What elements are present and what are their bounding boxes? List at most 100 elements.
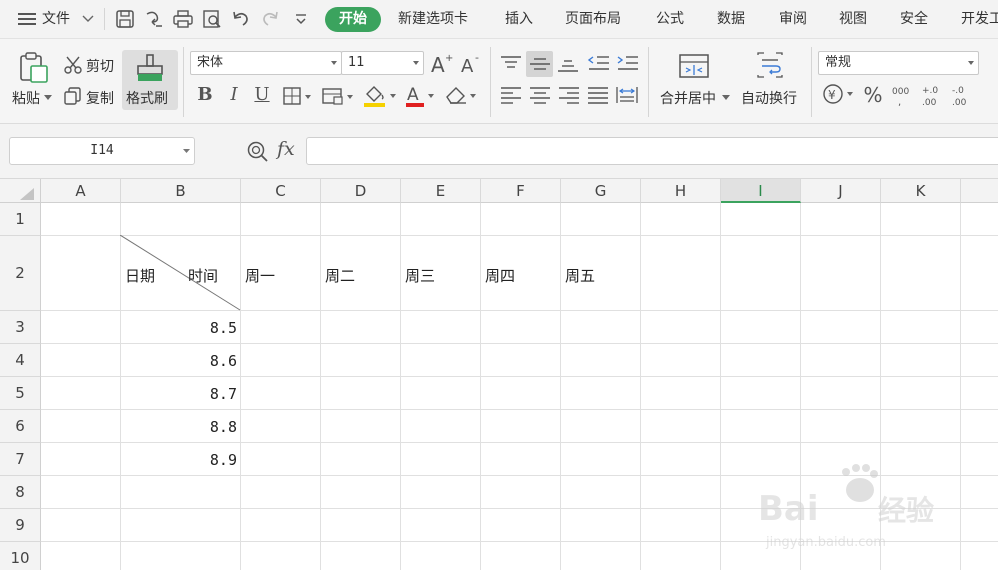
row-header[interactable]: 2: [0, 236, 41, 311]
tab-view[interactable]: 视图: [839, 8, 867, 30]
column-header-partial[interactable]: [961, 179, 998, 203]
row-header[interactable]: 9: [0, 509, 41, 542]
cell-c2[interactable]: 周一: [245, 265, 275, 286]
tab-new[interactable]: 新建选项卡: [398, 8, 468, 30]
tab-review[interactable]: 审阅: [779, 8, 807, 30]
zoom-icon[interactable]: [246, 140, 270, 164]
chevron-down-icon[interactable]: [82, 15, 94, 23]
row-header[interactable]: 4: [0, 344, 41, 377]
print-icon[interactable]: [172, 8, 194, 30]
tab-developer[interactable]: 开发工: [961, 8, 998, 30]
scissors-icon[interactable]: [63, 55, 83, 75]
thousands-separator-icon[interactable]: 000 ,: [890, 83, 914, 107]
align-left-icon[interactable]: [498, 84, 524, 106]
column-header[interactable]: B: [121, 179, 241, 203]
column-header[interactable]: C: [241, 179, 321, 203]
font-name-select[interactable]: 宋体: [190, 51, 342, 75]
copy-icon[interactable]: [63, 86, 83, 106]
row-header[interactable]: 6: [0, 410, 41, 443]
underline-button[interactable]: U: [252, 84, 272, 105]
distribute-icon[interactable]: [614, 84, 640, 106]
tab-formulas[interactable]: 公式: [656, 8, 684, 30]
row-header[interactable]: 7: [0, 443, 41, 476]
justify-icon[interactable]: [585, 84, 611, 106]
print-preview-icon[interactable]: [201, 8, 223, 30]
cell-b4[interactable]: 8.6: [121, 352, 237, 370]
column-header[interactable]: J: [801, 179, 881, 203]
fill-color-icon[interactable]: [362, 83, 400, 109]
file-menu[interactable]: 文件: [42, 8, 70, 30]
column-header[interactable]: A: [41, 179, 121, 203]
chevron-down-icon[interactable]: [44, 95, 52, 101]
formula-input[interactable]: [306, 137, 998, 165]
paste-icon[interactable]: [16, 51, 50, 85]
decrease-decimal-icon[interactable]: -.0 .00: [950, 83, 976, 107]
cell-e2[interactable]: 周三: [405, 265, 435, 286]
align-middle-button[interactable]: [526, 51, 553, 77]
cell-g2[interactable]: 周五: [565, 265, 595, 286]
font-color-icon[interactable]: A: [404, 83, 438, 109]
redo-icon[interactable]: [259, 8, 281, 30]
cell-b7[interactable]: 8.9: [121, 451, 237, 469]
column-header[interactable]: D: [321, 179, 401, 203]
align-right-icon[interactable]: [556, 84, 582, 106]
column-header-selected[interactable]: I: [721, 179, 801, 203]
customize-dropdown-icon[interactable]: [290, 8, 312, 30]
decrease-indent-icon[interactable]: [586, 53, 612, 75]
bold-button[interactable]: B: [195, 84, 215, 105]
cell-b5[interactable]: 8.7: [121, 385, 237, 403]
font-size-select[interactable]: 11: [341, 51, 424, 75]
undo-icon[interactable]: [230, 8, 252, 30]
column-header[interactable]: F: [481, 179, 561, 203]
cell-b2-date-label[interactable]: 日期: [125, 265, 155, 286]
eraser-icon[interactable]: [444, 84, 478, 106]
cell-b3[interactable]: 8.5: [121, 319, 237, 337]
column-header[interactable]: H: [641, 179, 721, 203]
increase-font-icon[interactable]: A +: [430, 52, 454, 74]
fx-label[interactable]: fx: [277, 138, 295, 160]
cell-f2[interactable]: 周四: [485, 265, 515, 286]
merge-center-icon[interactable]: [678, 51, 710, 81]
column-header[interactable]: E: [401, 179, 481, 203]
tab-security[interactable]: 安全: [900, 8, 928, 30]
borders-icon[interactable]: [283, 86, 315, 106]
cell-b6[interactable]: 8.8: [121, 418, 237, 436]
export-icon[interactable]: [143, 8, 165, 30]
italic-button[interactable]: I: [224, 84, 244, 105]
currency-icon[interactable]: ¥: [822, 83, 856, 105]
wrap-text-button[interactable]: 自动换行: [741, 88, 797, 108]
cell-style-icon[interactable]: [322, 86, 356, 106]
align-center-icon[interactable]: [527, 84, 553, 106]
decrease-font-icon[interactable]: A -: [460, 52, 484, 74]
align-bottom-icon[interactable]: [555, 53, 581, 75]
align-top-icon[interactable]: [498, 53, 524, 75]
row-header[interactable]: 3: [0, 311, 41, 344]
name-box[interactable]: I14: [9, 137, 195, 165]
format-painter-button[interactable]: 格式刷: [122, 50, 178, 110]
column-header[interactable]: K: [881, 179, 961, 203]
cell-b2-time-label[interactable]: 时间: [188, 265, 218, 286]
row-header[interactable]: 10: [0, 542, 41, 570]
save-icon[interactable]: [114, 8, 136, 30]
paste-button[interactable]: 粘贴: [12, 88, 40, 108]
tab-insert[interactable]: 插入: [505, 8, 533, 30]
percent-icon[interactable]: %: [861, 83, 885, 107]
cut-button[interactable]: 剪切: [86, 56, 114, 76]
row-header[interactable]: 5: [0, 377, 41, 410]
row-header[interactable]: 8: [0, 476, 41, 509]
select-all-corner[interactable]: [0, 179, 41, 203]
menu-icon[interactable]: [18, 12, 36, 26]
column-header[interactable]: G: [561, 179, 641, 203]
merge-center-button[interactable]: 合并居中: [660, 88, 716, 108]
tab-page-layout[interactable]: 页面布局: [565, 8, 621, 30]
tab-home[interactable]: 开始: [325, 7, 381, 32]
increase-indent-icon[interactable]: [615, 53, 641, 75]
chevron-down-icon[interactable]: [722, 95, 730, 101]
row-header[interactable]: 1: [0, 203, 41, 236]
number-format-select[interactable]: 常规: [818, 51, 979, 75]
wrap-text-icon[interactable]: [754, 51, 786, 81]
chevron-down-icon[interactable]: [183, 149, 191, 155]
copy-button[interactable]: 复制: [86, 88, 114, 108]
increase-decimal-icon[interactable]: +.0 .00: [920, 83, 946, 107]
tab-data[interactable]: 数据: [717, 8, 745, 30]
